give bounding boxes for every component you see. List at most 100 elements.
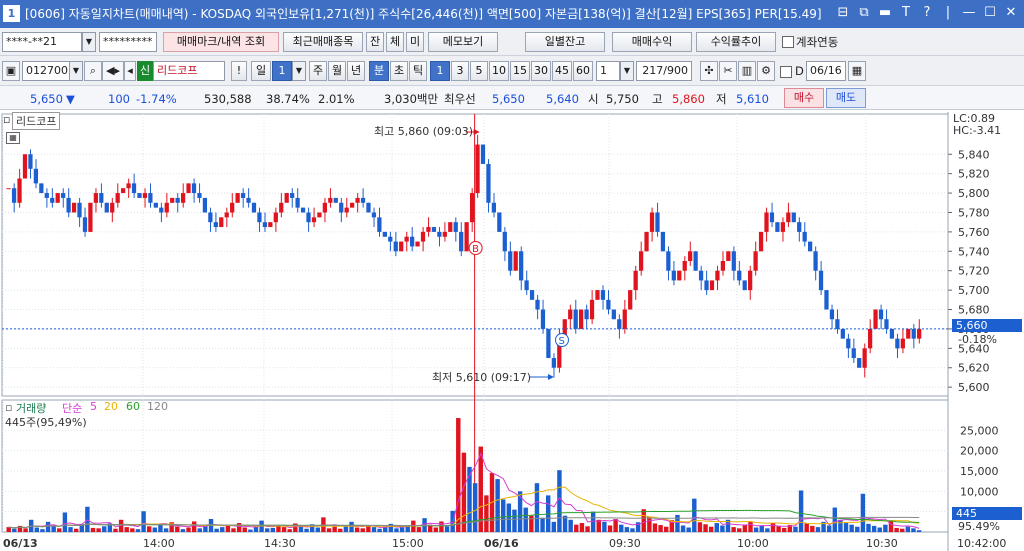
- calendar-icon[interactable]: ▦: [848, 61, 866, 81]
- recent-trades-button[interactable]: 최근매매종목: [283, 32, 363, 52]
- volume-bar: [34, 527, 40, 532]
- profit-rate-button[interactable]: 수익률추이: [696, 32, 776, 52]
- candle-body: [775, 222, 780, 232]
- chart-menu-icon[interactable]: ▫: [3, 113, 10, 126]
- candle-body: [306, 212, 311, 223]
- candle-body: [197, 193, 202, 198]
- volume-bar: [12, 528, 17, 532]
- sell-button[interactable]: 매도: [826, 88, 866, 108]
- daily-button[interactable]: 일: [251, 61, 271, 81]
- prev-stock-icon[interactable]: ◂: [124, 61, 136, 81]
- candle-body: [824, 290, 829, 310]
- layout-icon[interactable]: ⊟: [834, 4, 852, 22]
- candle-body: [71, 202, 77, 213]
- range-field[interactable]: 217/900: [636, 61, 692, 81]
- volume-bar: [394, 528, 399, 532]
- date-checkbox[interactable]: [780, 66, 792, 78]
- crosshair-icon[interactable]: ✣: [700, 61, 718, 81]
- font-icon[interactable]: T: [897, 4, 915, 22]
- volume-bar: [113, 528, 118, 532]
- daily-dropdown-icon[interactable]: ▼: [292, 61, 306, 81]
- sound-icon[interactable]: ◀▸: [102, 61, 124, 81]
- candle-body: [344, 207, 349, 213]
- minimize-icon[interactable]: —: [960, 4, 978, 22]
- alert-button[interactable]: !: [231, 61, 247, 81]
- trade-profit-button[interactable]: 매매수익: [612, 32, 692, 52]
- volume-bar: [883, 524, 888, 532]
- count-dropdown-icon[interactable]: ▼: [620, 61, 634, 81]
- interval-30[interactable]: 30: [531, 61, 551, 81]
- candle-body: [300, 207, 306, 213]
- volume-bar: [220, 527, 225, 532]
- interval-3[interactable]: 3: [451, 61, 469, 81]
- period-month[interactable]: 월: [328, 61, 346, 81]
- scissors-icon[interactable]: ✂: [719, 61, 737, 81]
- volume-menu-icon[interactable]: ▫: [5, 401, 12, 414]
- volume-bar: [343, 526, 349, 532]
- period-second[interactable]: 초: [390, 61, 408, 81]
- volume-bar: [776, 526, 781, 532]
- period-minute[interactable]: 분: [369, 61, 389, 81]
- balance-button[interactable]: 잔: [366, 32, 384, 52]
- bar-chart-icon[interactable]: ▥: [738, 61, 756, 81]
- time-label-0616: 06/16: [484, 537, 519, 550]
- maximize-icon[interactable]: ☐: [981, 4, 999, 22]
- account-field[interactable]: ****-**21: [2, 32, 82, 52]
- candle-body: [415, 241, 420, 247]
- candle-body: [355, 197, 360, 203]
- copy-window-icon[interactable]: ⧉: [855, 4, 873, 22]
- volume-bar: [141, 511, 146, 532]
- volume-bar: [714, 523, 719, 532]
- candle-body: [268, 222, 273, 228]
- interval-1[interactable]: 1: [430, 61, 450, 81]
- candle-body: [846, 338, 851, 349]
- candle-body: [720, 261, 726, 271]
- account-dropdown-icon[interactable]: ▼: [82, 32, 96, 52]
- daily-balance-button[interactable]: 일별잔고: [525, 32, 605, 52]
- volume-bar: [770, 522, 776, 532]
- memo-button[interactable]: 메모보기: [428, 32, 498, 52]
- title-buttons: ⊟ ⧉ ▬ T ? | — ☐ ✕: [834, 4, 1020, 22]
- interval-5[interactable]: 5: [470, 61, 488, 81]
- help-icon[interactable]: ?: [918, 4, 936, 22]
- print-icon[interactable]: ▬: [876, 4, 894, 22]
- unfilled-button[interactable]: 미: [406, 32, 424, 52]
- price-volume-chart[interactable]: 5,6005,6205,6405,6605,6805,7005,7205,740…: [0, 112, 1024, 551]
- volume-bar: [675, 514, 680, 532]
- chart-area[interactable]: 5,6005,6205,6405,6605,6805,7005,7205,740…: [0, 112, 1024, 551]
- period-year[interactable]: 년: [347, 61, 365, 81]
- candle-body: [153, 202, 158, 208]
- daily-number-field[interactable]: 1: [272, 61, 292, 81]
- close-icon[interactable]: ✕: [1002, 4, 1020, 22]
- account-link-checkbox[interactable]: [782, 36, 794, 48]
- interval-15[interactable]: 15: [510, 61, 530, 81]
- period-tick[interactable]: 틱: [409, 61, 427, 81]
- buy-button[interactable]: 매수: [784, 88, 824, 108]
- candle-body: [497, 212, 502, 232]
- settings-icon[interactable]: ⚙: [757, 61, 775, 81]
- interval-60[interactable]: 60: [573, 61, 593, 81]
- date-field[interactable]: 06/16: [806, 61, 846, 81]
- candle-body: [867, 328, 873, 349]
- panel-icon[interactable]: ▣: [2, 61, 20, 81]
- password-field[interactable]: *********: [99, 32, 157, 52]
- candle-body: [535, 299, 540, 310]
- candle-body: [502, 231, 507, 252]
- period-week[interactable]: 주: [309, 61, 327, 81]
- executed-button[interactable]: 체: [386, 32, 404, 52]
- trade-mark-button[interactable]: 매매마크/내역 조회: [163, 32, 279, 52]
- interval-10[interactable]: 10: [489, 61, 509, 81]
- code-dropdown-icon[interactable]: ▼: [69, 61, 83, 81]
- volume-bar: [680, 525, 686, 532]
- count-input[interactable]: 1: [596, 61, 620, 81]
- interval-45[interactable]: 45: [552, 61, 572, 81]
- candle-body: [322, 202, 327, 213]
- candle-body: [442, 231, 447, 237]
- candle-body: [731, 251, 736, 271]
- stock-code-field[interactable]: 012700: [22, 61, 70, 81]
- grid-icon[interactable]: ▦: [6, 132, 20, 144]
- search-icon[interactable]: ⌕: [84, 61, 102, 81]
- volume-bar: [231, 528, 236, 532]
- candle-body: [142, 193, 148, 198]
- candle-body: [230, 202, 235, 213]
